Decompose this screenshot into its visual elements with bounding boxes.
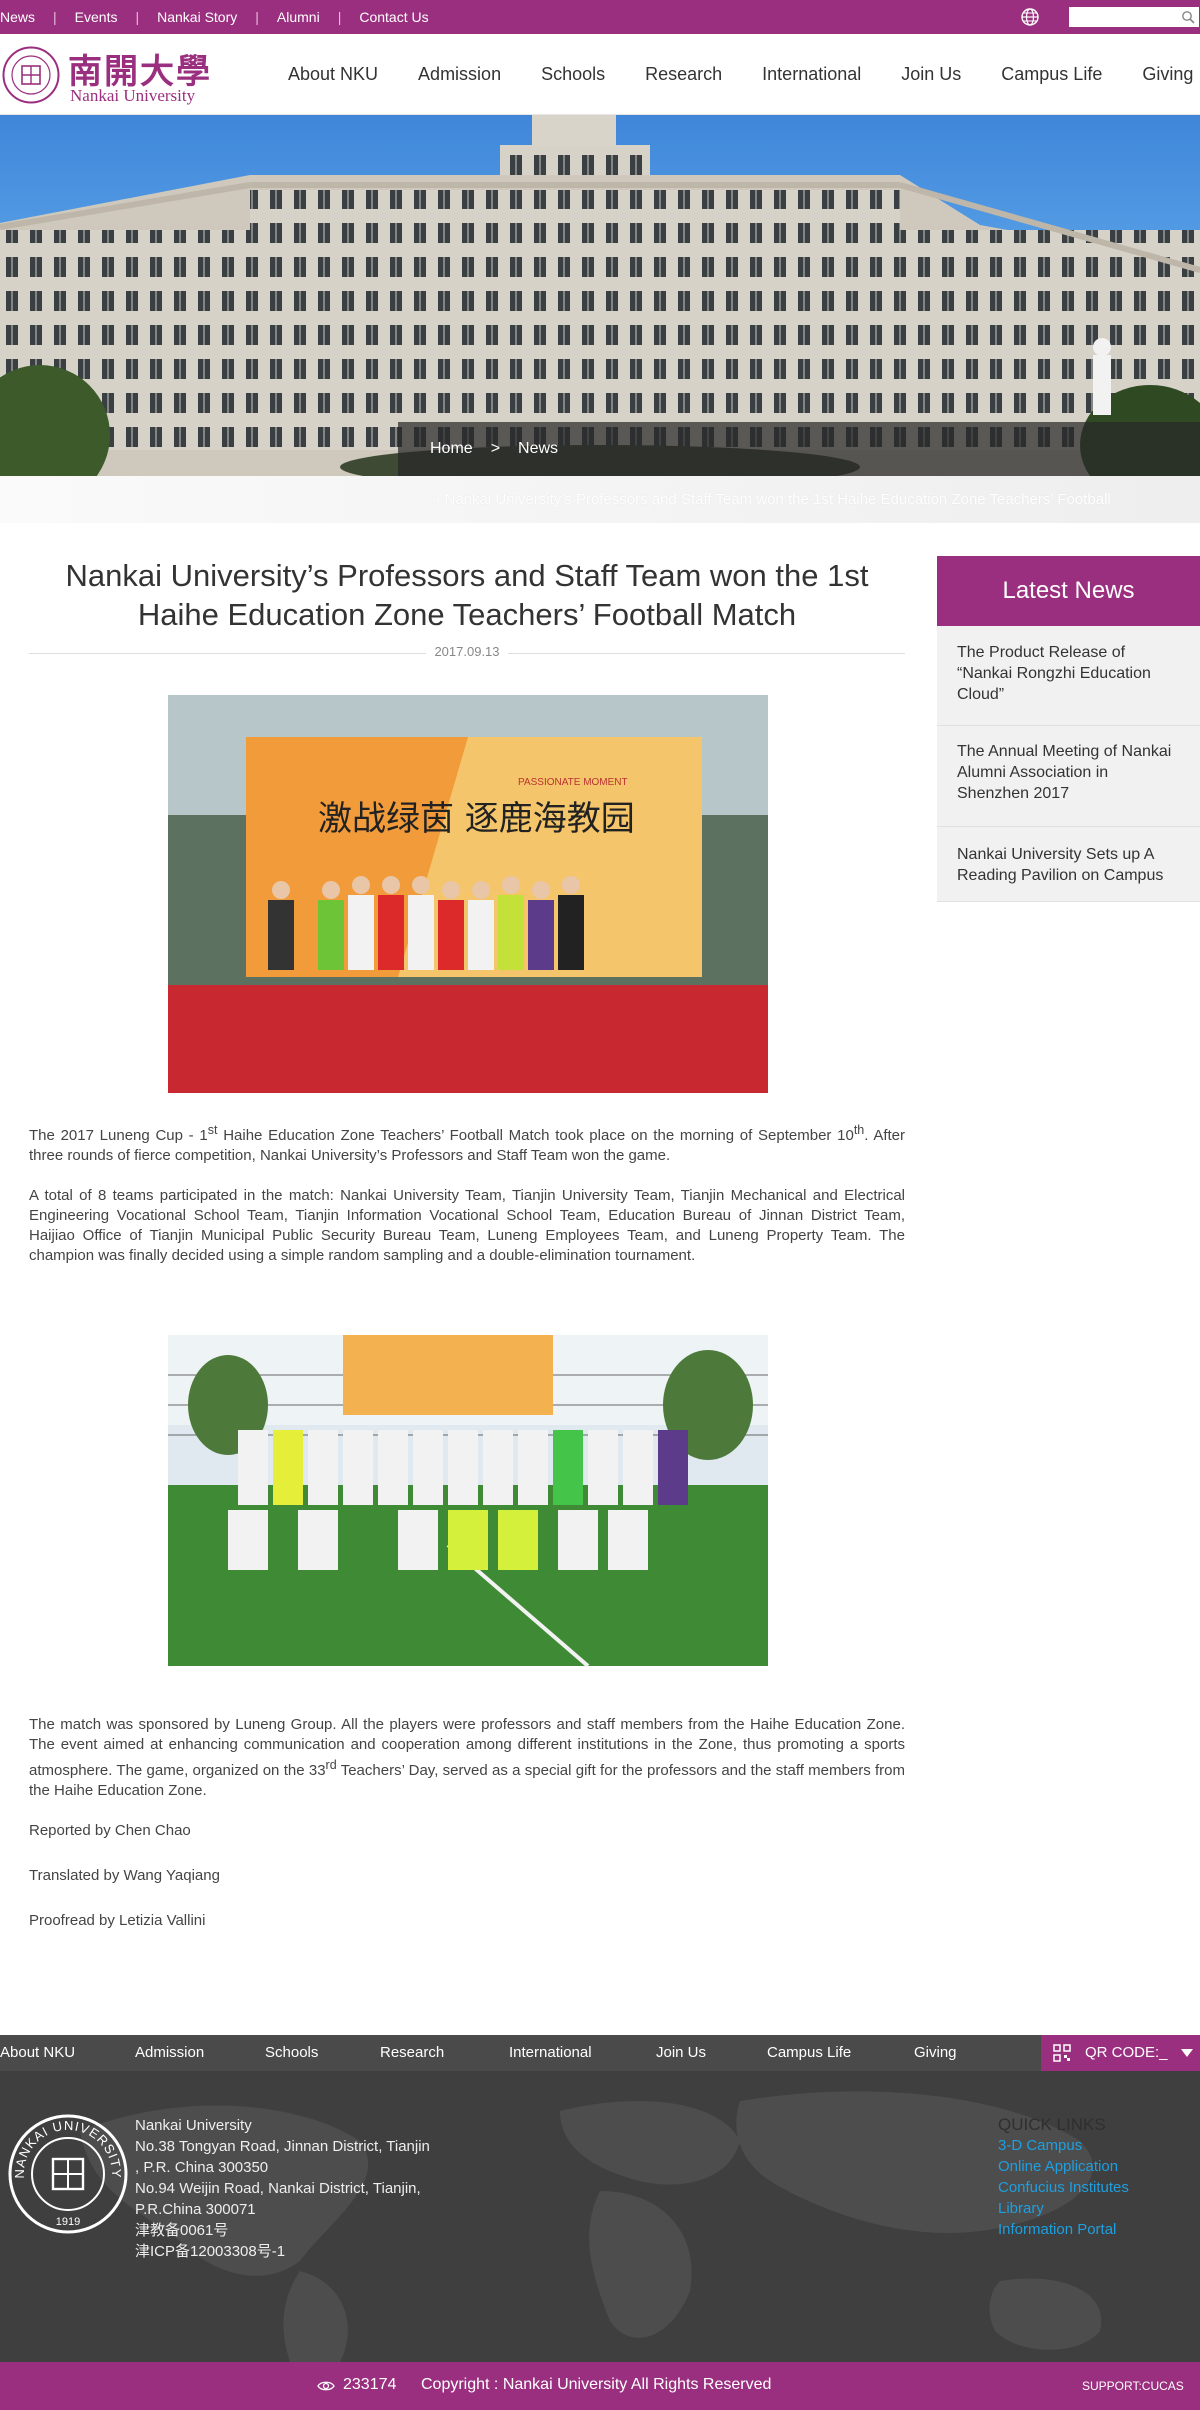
footer-bottom-bar: 233174 Copyright : Nankai University All…	[0, 2362, 1200, 2410]
quick-link-3d-campus[interactable]: 3-D Campus	[998, 2135, 1129, 2156]
address-line: Nankai University	[135, 2117, 252, 2134]
footer-address: Nankai University No.38 Tongyan Road, Ji…	[135, 2115, 430, 2262]
article-title: Nankai University’s Professors and Staff…	[65, 558, 869, 632]
footer-nav-giving[interactable]: Giving	[914, 2044, 957, 2061]
quick-links-title: QUICK LINKS	[998, 2115, 1106, 2134]
quick-links: QUICK LINKS 3-D Campus Online Applicatio…	[998, 2114, 1129, 2240]
university-logo[interactable]: 南開大學 Nankai University	[0, 44, 215, 106]
article-paragraph-3: The match was sponsored by Luneng Group.…	[29, 1715, 905, 1801]
team-group-photo	[168, 1335, 768, 1666]
address-line: No.38 Tongyan Road, Jinnan District, Tia…	[135, 2138, 430, 2155]
footer-main: NANKAI UNIVERSITY 1919 Nankai University…	[0, 2071, 1200, 2362]
quick-link-information-portal[interactable]: Information Portal	[998, 2219, 1129, 2240]
article-paragraph-1: The 2017 Luneng Cup - 1st Haihe Educatio…	[29, 1120, 905, 1166]
nav-item-research[interactable]: Research	[645, 64, 722, 85]
latest-news-item[interactable]: The Product Release of “Nankai Rongzhi E…	[937, 626, 1200, 726]
nav-item-admission[interactable]: Admission	[418, 64, 501, 85]
copyright-text: Copyright : Nankai University All Rights…	[421, 2376, 772, 2393]
qr-code-label: QR CODE:_	[1085, 2044, 1168, 2061]
latest-news-item-label[interactable]: The Product Release of “Nankai Rongzhi E…	[957, 644, 1151, 703]
utility-link-alumni[interactable]: Alumni	[277, 9, 320, 25]
article-photo-team-trophy: 激战绿茵 逐鹿海教园 PASSIONATE MOMENT	[168, 695, 768, 1093]
utility-links: News | Events | Nankai Story | Alumni | …	[0, 0, 429, 34]
credit-reporter: Reported by Chen Chao	[29, 1822, 191, 1839]
top-utility-bar: News | Events | Nankai Story | Alumni | …	[0, 0, 1200, 34]
breadcrumb: Home > News	[430, 440, 558, 458]
p1-sup-2: th	[853, 1123, 865, 1137]
globe-icon[interactable]	[1019, 6, 1041, 28]
qr-code-dropdown[interactable]: QR CODE:_	[1041, 2035, 1200, 2071]
latest-news-sidebar: Latest News The Product Release of “Nank…	[937, 556, 1200, 902]
eye-icon	[317, 2381, 335, 2391]
utility-link-contact-us[interactable]: Contact Us	[359, 9, 428, 25]
latest-news-item[interactable]: The Annual Meeting of Nankai Alumni Asso…	[937, 726, 1200, 827]
team-trophy-photo: 激战绿茵 逐鹿海教园 PASSIONATE MOMENT	[168, 695, 768, 1093]
article-paragraph-2: A total of 8 teams participated in the m…	[29, 1187, 905, 1264]
address-line: 津ICP备12003308号-1	[135, 2243, 286, 2260]
address-line: P.R.China 300071	[135, 2201, 256, 2218]
logo-english-name: Nankai University	[70, 86, 196, 105]
footer-nav-international[interactable]: International	[509, 2044, 592, 2061]
footer-nav-admission[interactable]: Admission	[135, 2044, 204, 2061]
university-seal-icon	[2, 46, 60, 104]
search-input[interactable]	[1069, 7, 1174, 27]
news-ticker: » Nankai University’s Professors and Sta…	[0, 476, 1200, 523]
ticker-text[interactable]: » Nankai University’s Professors and Sta…	[432, 491, 1111, 508]
breadcrumb-news[interactable]: News	[518, 440, 558, 458]
address-line: 津教备0061号	[135, 2222, 229, 2239]
support-link[interactable]: SUPPORT:CUCAS	[1082, 2379, 1184, 2393]
credit-translator: Translated by Wang Yaqiang	[29, 1867, 220, 1884]
footer-nav-campus-life[interactable]: Campus Life	[767, 2044, 851, 2061]
breadcrumb-separator: >	[490, 440, 501, 457]
footer-nav: About NKU Admission Schools Research Int…	[0, 2035, 1200, 2071]
address-line: , P.R. China 300350	[135, 2159, 269, 2176]
article-date: 2017.09.13	[29, 644, 905, 662]
quick-link-online-application[interactable]: Online Application	[998, 2156, 1129, 2177]
latest-news-item-label[interactable]: The Annual Meeting of Nankai Alumni Asso…	[957, 743, 1171, 802]
p1-text-b: Haihe Education Zone Teachers’ Football …	[217, 1127, 854, 1144]
nav-item-giving[interactable]: Giving	[1142, 64, 1193, 85]
latest-news-item[interactable]: Nankai University Sets up A Reading Pavi…	[937, 827, 1200, 902]
visit-counter: 233174	[343, 2376, 397, 2393]
banner-calligraphy: 激战绿茵 逐鹿海教园	[318, 799, 635, 839]
article-date-text: 2017.09.13	[426, 644, 508, 659]
search-box	[1069, 7, 1199, 27]
nav-item-campus-life[interactable]: Campus Life	[1001, 64, 1102, 85]
main-nav: About NKU Admission Schools Research Int…	[288, 34, 1193, 115]
chevron-down-icon	[1181, 2049, 1193, 2057]
hero-banner-image: Home > News	[0, 115, 1200, 476]
separator: |	[53, 9, 57, 25]
qr-code-icon	[1053, 2044, 1071, 2062]
nav-item-international[interactable]: International	[762, 64, 861, 85]
latest-news-heading: Latest News	[937, 556, 1200, 626]
utility-link-events[interactable]: Events	[75, 9, 118, 25]
quick-link-confucius-institutes[interactable]: Confucius Institutes	[998, 2177, 1129, 2198]
p1-text-a: The 2017 Luneng Cup - 1	[29, 1127, 208, 1144]
nav-item-schools[interactable]: Schools	[541, 64, 605, 85]
footer-university-seal-icon: NANKAI UNIVERSITY 1919	[8, 2114, 128, 2234]
article: Nankai University’s Professors and Staff…	[29, 556, 905, 1929]
breadcrumb-home[interactable]: Home	[430, 440, 473, 458]
footer-nav-about-nku[interactable]: About NKU	[0, 2044, 75, 2061]
footer-nav-research[interactable]: Research	[380, 2044, 444, 2061]
credit-proofreader: Proofread by Letizia Vallini	[29, 1912, 206, 1929]
separator: |	[135, 9, 140, 25]
article-photo-group	[168, 1335, 768, 1666]
seal-year: 1919	[56, 2216, 80, 2228]
quick-link-library[interactable]: Library	[998, 2198, 1129, 2219]
address-line: No.94 Weijin Road, Nankai District, Tian…	[135, 2180, 421, 2197]
separator: |	[337, 9, 342, 25]
banner-subtitle: PASSIONATE MOMENT	[518, 777, 628, 788]
latest-news-item-label[interactable]: Nankai University Sets up A Reading Pavi…	[957, 846, 1163, 884]
p3-sup: rd	[325, 1758, 337, 1772]
search-icon[interactable]	[1181, 10, 1195, 24]
separator: |	[255, 9, 259, 25]
footer-nav-join-us[interactable]: Join Us	[656, 2044, 706, 2061]
site-header: 南開大學 Nankai University About NKU Admissi…	[0, 34, 1200, 115]
nav-item-about-nku[interactable]: About NKU	[288, 64, 378, 85]
utility-link-nankai-story[interactable]: Nankai Story	[157, 9, 237, 25]
footer-nav-schools[interactable]: Schools	[265, 2044, 318, 2061]
nav-item-join-us[interactable]: Join Us	[901, 64, 961, 85]
utility-link-news[interactable]: News	[0, 9, 35, 25]
